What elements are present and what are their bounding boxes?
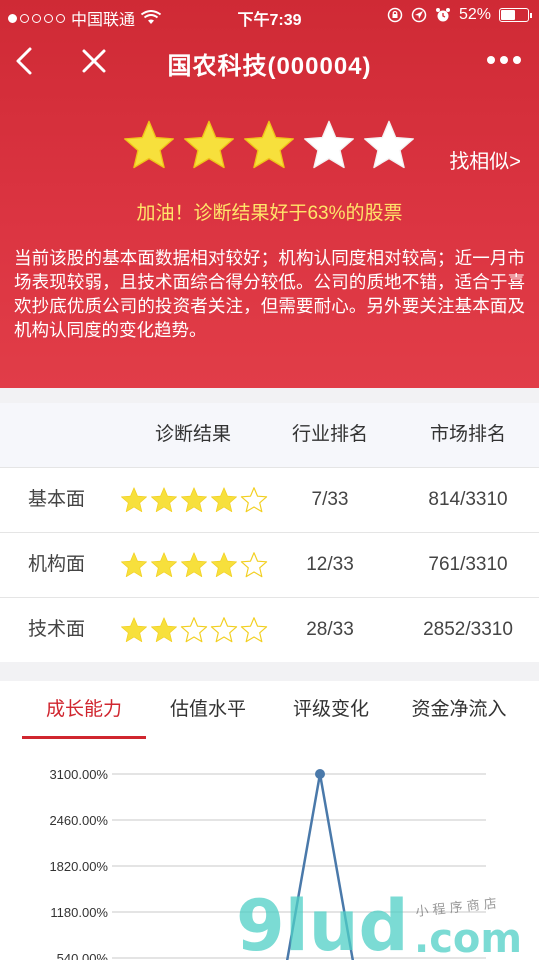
industry-rank: 28/33 xyxy=(306,619,354,640)
tab-net-inflow[interactable]: 资金净流入 xyxy=(394,681,524,739)
table-header: 诊断结果 行业排名 市场排名 xyxy=(0,403,539,467)
row-label: 机构面 xyxy=(28,554,86,575)
y-tick-label: 3100.00% xyxy=(49,767,108,782)
star-empty-icon xyxy=(180,617,208,643)
star-filled-icon xyxy=(181,552,207,578)
active-tab-indicator xyxy=(22,736,146,739)
table-row: 基本面 7/33 814/3310 xyxy=(0,467,539,532)
star-filled-icon xyxy=(211,552,237,578)
rotation-lock-icon xyxy=(387,7,403,23)
tab-growth[interactable]: 成长能力 xyxy=(22,681,146,739)
row-stars xyxy=(118,468,268,532)
nav-bar: 国农科技(000004) xyxy=(0,38,539,84)
more-icon[interactable] xyxy=(487,56,521,64)
market-rank: 2852/3310 xyxy=(423,619,513,640)
star-filled-icon xyxy=(121,552,147,578)
diagnosis-table: 诊断结果 行业排名 市场排名 基本面 7/33 814/3310 机构面 12/33 76… xyxy=(0,403,539,662)
header-industry-rank: 行业排名 xyxy=(291,424,368,445)
series-line xyxy=(285,773,355,960)
star-filled-icon xyxy=(244,120,294,169)
star-filled-icon xyxy=(151,552,177,578)
star-empty-icon xyxy=(240,552,268,578)
row-label: 基本面 xyxy=(28,489,86,510)
star-filled-icon xyxy=(211,487,237,513)
alarm-icon xyxy=(435,8,450,22)
data-point[interactable] xyxy=(315,769,325,779)
row-label: 技术面 xyxy=(28,619,86,640)
star-empty-icon xyxy=(210,617,238,643)
growth-chart-svg: 3100.00% 2460.00% 1820.00% 1180.00% 540.00% xyxy=(49,767,486,960)
diagnosis-encourage: 加油！诊断结果好于63%的股票 xyxy=(136,203,403,224)
star-empty-icon xyxy=(240,487,268,513)
tab-valuation[interactable]: 估值水平 xyxy=(150,681,266,739)
star-empty-icon xyxy=(304,120,354,169)
location-icon xyxy=(411,7,427,23)
star-filled-icon xyxy=(151,617,177,643)
star-filled-icon xyxy=(121,487,147,513)
industry-rank: 12/33 xyxy=(306,554,354,575)
star-filled-icon xyxy=(121,617,147,643)
market-rank: 814/3310 xyxy=(428,489,508,510)
y-tick-label: 1180.00% xyxy=(50,905,108,920)
market-rank: 761/3310 xyxy=(428,554,508,575)
industry-rank: 7/33 xyxy=(311,489,349,510)
diagnosis-summary: 当前该股的基本面数据相对较好；机构认同度相对较高；近一月市场表现较弱，且技术面综… xyxy=(14,248,525,340)
header-market-rank: 市场排名 xyxy=(429,424,506,445)
find-similar-link[interactable]: 找相似> xyxy=(449,145,521,174)
star-empty-icon xyxy=(364,120,414,169)
row-stars xyxy=(118,598,268,662)
tab-rating-change[interactable]: 评级变化 xyxy=(272,681,390,739)
star-filled-icon xyxy=(181,487,207,513)
y-tick-label: 540.00% xyxy=(57,951,109,960)
diagnosis-header: 中国联通 下午7:39 52% 国农科技(000004) 找相似> 加油！诊断结… xyxy=(0,0,539,388)
header-result: 诊断结果 xyxy=(154,424,231,445)
star-empty-icon xyxy=(240,617,268,643)
row-stars xyxy=(118,533,268,597)
table-row: 技术面 28/33 2852/3310 xyxy=(0,597,539,662)
rating-stars xyxy=(122,118,416,172)
page-title: 国农科技(000004) xyxy=(167,53,372,80)
table-row: 机构面 12/33 761/3310 xyxy=(0,532,539,597)
y-tick-label: 1820.00% xyxy=(49,859,108,874)
star-filled-icon xyxy=(184,120,234,169)
battery-percent: 52% xyxy=(458,6,491,23)
status-right: 52% xyxy=(387,6,532,24)
y-tick-label: 2460.00% xyxy=(49,813,108,828)
star-filled-icon xyxy=(124,120,174,169)
analysis-tabs: 成长能力 估值水平 评级变化 资金净流入 xyxy=(0,681,539,741)
battery-icon xyxy=(499,8,532,22)
star-filled-icon xyxy=(151,487,177,513)
status-bar: 中国联通 下午7:39 52% xyxy=(0,0,539,32)
growth-chart: 3100.00% 2460.00% 1820.00% 1180.00% 540.00% xyxy=(0,741,539,960)
